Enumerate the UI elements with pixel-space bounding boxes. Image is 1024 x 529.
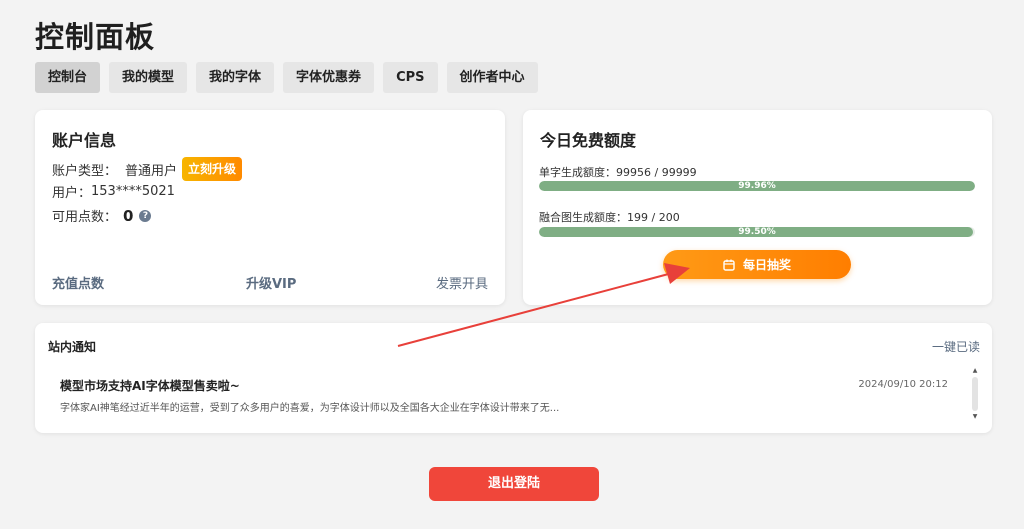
single-quota-progress: 99.96%: [539, 181, 975, 191]
tab-my-fonts[interactable]: 我的字体: [196, 62, 275, 93]
daily-quota-card: 今日免费额度 单字生成额度：99956 / 99999 99.96% 融合图生成…: [523, 110, 992, 305]
notice-scrollbar[interactable]: ▲ ▼: [971, 367, 979, 421]
tab-console[interactable]: 控制台: [35, 62, 101, 93]
tab-bar: 控制台 我的模型 我的字体 字体优惠券 CPS 创作者中心: [35, 62, 538, 93]
user-value: 153****5021: [91, 184, 175, 199]
scroll-up-icon[interactable]: ▲: [971, 367, 979, 375]
notice-item-body: 字体家AI神笔经过近半年的运营，受到了众多用户的喜爱，为字体设计师以及全国各大企…: [60, 403, 560, 414]
recharge-points-link[interactable]: 充值点数: [52, 273, 104, 292]
user-row: 用户： 153****5021: [52, 182, 175, 201]
site-notice-title: 站内通知: [48, 340, 97, 354]
tab-cps[interactable]: CPS: [383, 62, 438, 93]
single-quota-percent: 99.96%: [738, 181, 776, 191]
points-value: 0: [123, 206, 134, 225]
tab-my-models[interactable]: 我的模型: [109, 62, 188, 93]
daily-quota-title: 今日免费额度: [540, 131, 637, 150]
tab-creator-center[interactable]: 创作者中心: [446, 62, 538, 93]
user-label: 用户：: [52, 186, 92, 201]
mark-all-read-link[interactable]: 一键已读: [932, 338, 980, 355]
site-notice-card: 站内通知 一键已读 模型市场支持AI字体模型售卖啦~ 2024/09/10 20…: [35, 323, 992, 433]
notice-item-title: 模型市场支持AI字体模型售卖啦~: [60, 379, 240, 393]
account-type-value: 普通用户: [125, 163, 178, 179]
fusion-quota-percent: 99.50%: [738, 227, 776, 237]
account-type-label: 账户类型：: [52, 163, 118, 179]
fusion-quota-progress: 99.50%: [539, 227, 975, 237]
daily-lottery-label: 每日抽奖: [742, 258, 791, 272]
fusion-quota-label: 融合图生成额度：199 / 200: [539, 211, 680, 224]
question-icon[interactable]: ?: [139, 209, 152, 222]
account-type-row: 账户类型： 普通用户 立刻升级: [52, 157, 243, 181]
account-info-card: 账户信息 账户类型： 普通用户 立刻升级 用户： 153****5021 可用点…: [35, 110, 505, 305]
tab-font-coupons[interactable]: 字体优惠券: [283, 62, 375, 93]
calendar-icon: [723, 259, 735, 271]
single-quota-label: 单字生成额度：99956 / 99999: [539, 166, 697, 179]
notice-item-time: 2024/09/10 20:12: [858, 379, 948, 390]
account-info-title: 账户信息: [52, 131, 117, 150]
scroll-thumb[interactable]: [972, 377, 978, 411]
points-row: 可用点数： 0 ?: [52, 206, 152, 225]
logout-button[interactable]: 退出登陆: [429, 467, 599, 501]
scroll-down-icon[interactable]: ▼: [971, 413, 979, 421]
page-title: 控制面板: [35, 20, 156, 54]
upgrade-vip-link[interactable]: 升级VIP: [246, 273, 296, 292]
upgrade-now-button[interactable]: 立刻升级: [182, 157, 243, 181]
notice-item[interactable]: 模型市场支持AI字体模型售卖啦~ 2024/09/10 20:12 字体家AI神…: [60, 377, 960, 414]
points-label: 可用点数：: [52, 210, 118, 225]
daily-lottery-button[interactable]: 每日抽奖: [663, 250, 851, 279]
invoice-link[interactable]: 发票开具: [436, 273, 488, 292]
